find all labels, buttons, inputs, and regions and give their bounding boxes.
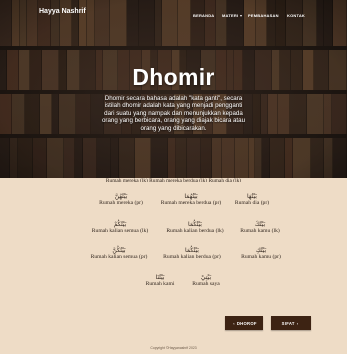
translation: Rumah kamu (pr) bbox=[241, 254, 281, 260]
arabic-word: بَيْتُكُمَا bbox=[188, 221, 202, 228]
arrow-left-icon: ‹ bbox=[233, 320, 235, 326]
nav-beranda[interactable]: BERANDA bbox=[193, 13, 214, 18]
nav-materi[interactable]: MATERI bbox=[222, 13, 243, 18]
arrow-right-icon: › bbox=[296, 320, 299, 326]
prev-button-label: DHOROF bbox=[236, 320, 257, 326]
arabic-word: بَيْتُهَا bbox=[247, 193, 257, 200]
translation: Rumah kalian semua (lk) bbox=[91, 228, 149, 234]
translation: Rumah kalian berdua (pr) bbox=[163, 254, 221, 260]
chevron-down-icon bbox=[240, 14, 243, 17]
next-button-label: SIFAT bbox=[281, 320, 295, 326]
arabic-word: بَيْتِيْ bbox=[200, 274, 212, 281]
translation: Rumah dia (pr) bbox=[234, 200, 270, 206]
list-item: بَيْتُكُمَا Rumah kalian berdua (lk) bbox=[152, 221, 238, 235]
arabic-word: بَيْتُنَا bbox=[155, 274, 165, 281]
partial-row: Rumah mereka (lk) Rumah mereka berdua (l… bbox=[105, 178, 242, 182]
translation: Rumah kalian semua (pr) bbox=[90, 254, 148, 260]
list-item: بَيْتُكُمْ Rumah kalian semua (lk) bbox=[80, 221, 160, 235]
arabic-word: بَيْتُكُمَا bbox=[185, 247, 199, 254]
nav-pembahasan[interactable]: PEMBAHASAN bbox=[248, 13, 279, 18]
translation: Rumah saya bbox=[192, 281, 220, 287]
list-item: بَيْتِيْ Rumah saya bbox=[184, 274, 228, 288]
nav-kontak[interactable]: KONTAK bbox=[287, 13, 305, 18]
next-button[interactable]: SIFAT › bbox=[271, 316, 311, 330]
list-item: بَيْتُكَ Rumah kamu (lk) bbox=[228, 221, 292, 235]
list-item: بَيْتُنَا Rumah kami bbox=[138, 274, 182, 288]
translation: Rumah mereka berdua (pr) bbox=[160, 200, 222, 206]
translation: Rumah kalian berdua (lk) bbox=[166, 228, 224, 234]
list-item: بَيْتُهَا Rumah dia (pr) bbox=[224, 193, 280, 207]
arabic-word: بَيْتُكَ bbox=[254, 221, 266, 228]
prev-button[interactable]: ‹ DHOROF bbox=[225, 316, 263, 330]
hero-section: Hayya Nashrif BERANDA MATERI PEMBAHASAN … bbox=[0, 0, 347, 178]
nav-materi-label: MATERI bbox=[222, 13, 239, 18]
footer-copyright: Copyright ©Hayyanashrif 2023 bbox=[150, 346, 197, 350]
list-item: بَيْتُكُنَّ Rumah kalian semua (pr) bbox=[78, 247, 160, 261]
list-item: بَيْتُكُمَا Rumah kalian berdua (pr) bbox=[150, 247, 234, 261]
translation: Rumah kami bbox=[145, 281, 175, 287]
arabic-word: بَيْتُكُمْ bbox=[113, 221, 127, 228]
hero-description: Dhomir secara bahasa adalah "kata ganti"… bbox=[101, 95, 246, 132]
list-item: بَيْتُهُمَا Rumah mereka berdua (pr) bbox=[146, 193, 236, 207]
translation: Rumah kamu (lk) bbox=[240, 228, 280, 234]
arabic-word: بَيْتُكُنَّ bbox=[112, 247, 126, 254]
navbar: Hayya Nashrif BERANDA MATERI PEMBAHASAN … bbox=[0, 0, 347, 28]
arabic-word: بَيْتُكِ bbox=[255, 247, 267, 254]
arabic-word: بَيْتُهُمَا bbox=[184, 193, 198, 200]
brand-logo[interactable]: Hayya Nashrif bbox=[39, 8, 86, 15]
page-title: Dhomir bbox=[132, 64, 215, 90]
list-item: بَيْتُكِ Rumah kamu (pr) bbox=[230, 247, 292, 261]
